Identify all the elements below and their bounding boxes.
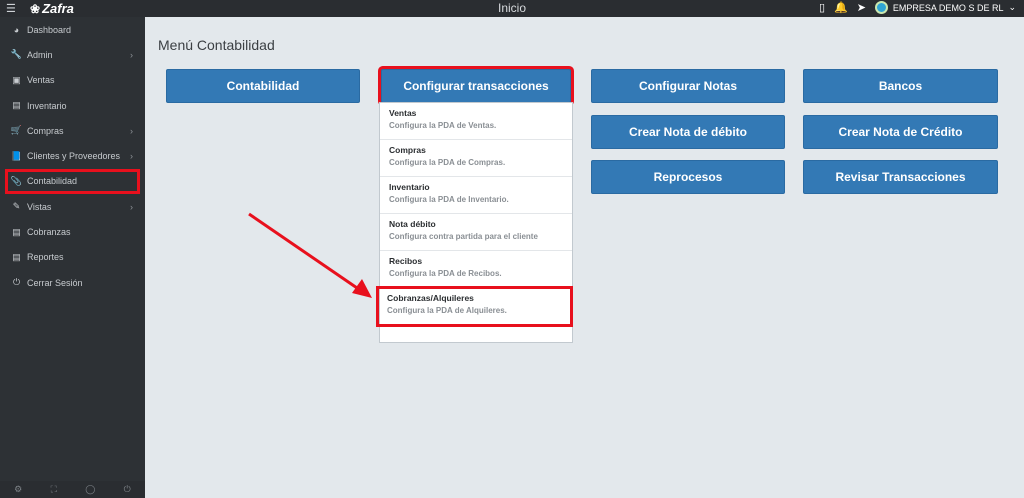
crear-nota-credito-button[interactable]: Crear Nota de Crédito [803,115,998,149]
brand-logo[interactable]: ❀ Zafra [30,1,74,16]
menu-icon[interactable]: ☰ [6,2,16,15]
chevron-right-icon: › [130,49,133,60]
top-bar-actions: ▯ 🔔 ➤ EMPRESA DEMO S DE RL ⌄ [819,1,1016,14]
sidebar-item-label: Vistas [27,201,52,212]
sidebar-item-clientes-proveedores[interactable]: 📘 Clientes y Proveedores › [0,143,145,168]
dropdown-item-inventario[interactable]: Inventario Configura la PDA de Inventari… [380,177,572,214]
contabilidad-button[interactable]: Contabilidad [166,69,360,103]
configurar-transacciones-button[interactable]: Configurar transacciones [381,69,571,103]
dropdown-item-recibos[interactable]: Recibos Configura la PDA de Recibos. [380,251,572,288]
configurar-notas-button[interactable]: Configurar Notas [591,69,785,103]
dropdown-item-title: Compras [389,145,426,155]
page-heading: Menú Contabilidad [158,37,275,53]
bancos-button[interactable]: Bancos [803,69,998,103]
mobile-icon[interactable]: ▯ [819,1,825,14]
sidebar-item-label: Cerrar Sesión [27,277,83,288]
sidebar-item-label: Dashboard [27,24,72,35]
revisar-transacciones-button[interactable]: Revisar Transacciones [803,160,998,194]
sidebar-item-cobranzas[interactable]: ▤ Cobranzas [0,219,145,244]
crear-nota-debito-button[interactable]: Crear Nota de débito [591,115,785,149]
zafra-logo-icon: ❀ [30,2,41,16]
bars-icon: ▤ [12,100,21,111]
configurar-transacciones-dropdown: Ventas Configura la PDA de Ventas. Compr… [376,102,573,343]
gear-icon[interactable]: ⚙ [14,484,22,495]
dropdown-item-title: Ventas [389,108,417,118]
sidebar-item-vistas[interactable]: ✎ Vistas › [0,194,145,219]
power-icon: ⏻ [12,277,21,288]
sidebar-item-dashboard[interactable]: ◕ Dashboard [0,17,145,42]
main-content: Menú Contabilidad Contabilidad Configura… [145,17,1024,498]
list-icon: ▤ [12,226,21,237]
reprocesos-button[interactable]: Reprocesos [591,160,785,194]
chevron-down-icon: ⌄ [1008,2,1016,12]
sidebar-item-label: Clientes y Proveedores [27,151,121,162]
lock-icon[interactable]: ◯ [85,484,95,495]
dropdown-item-title: Cobranzas/Alquileres [387,293,474,303]
dropdown-item-subtitle: Configura contra partida para el cliente [389,232,538,241]
dropdown-item-compras[interactable]: Compras Configura la PDA de Compras. [380,140,572,177]
dropdown-item-title: Nota débito [389,219,436,229]
sidebar-item-admin[interactable]: 🔧 Admin › [0,42,145,67]
sidebar-item-label: Compras [27,125,64,136]
book-icon: 📘 [10,150,23,161]
sidebar-footer: ⚙ ⛶ ◯ ⏻ [0,481,145,498]
dropdown-item-nota-debito[interactable]: Nota débito Configura contra partida par… [380,214,572,251]
top-bar: ☰ ❀ Zafra Inicio ▯ 🔔 ➤ EMPRESA DEMO S DE … [0,0,1024,17]
sidebar-item-compras[interactable]: 🛒 Compras › [0,118,145,143]
sidebar-item-label: Contabilidad [27,176,78,187]
sidebar-item-inventario[interactable]: ▤ Inventario [0,93,145,118]
sidebar-item-contabilidad[interactable]: 📎 Contabilidad [5,168,140,195]
sidebar-item-label: Inventario [27,100,67,111]
company-name: EMPRESA DEMO S DE RL [892,2,1004,13]
fullscreen-icon[interactable]: ⛶ [51,484,57,495]
sidebar-item-label: Reportes [27,252,64,263]
sidebar: ◕ Dashboard 🔧 Admin › ▣ Ventas ▤ Inventa… [0,17,145,498]
cart-icon: 🛒 [10,125,23,136]
sidebar-item-reportes[interactable]: ▤ Reportes [0,245,145,270]
dropdown-item-subtitle: Configura la PDA de Alquileres. [387,306,507,315]
sidebar-item-cerrar-sesion[interactable]: ⏻ Cerrar Sesión [0,270,145,295]
paperclip-icon: 📎 [10,175,23,186]
chevron-right-icon: › [130,151,133,162]
sidebar-item-label: Ventas [27,75,55,86]
company-menu[interactable]: EMPRESA DEMO S DE RL ⌄ [874,1,1016,14]
dropdown-item-subtitle: Configura la PDA de Ventas. [389,121,497,130]
dropdown-item-title: Inventario [389,182,430,192]
chevron-right-icon: › [130,125,133,136]
money-icon: ▣ [12,74,21,85]
sidebar-item-ventas[interactable]: ▣ Ventas [0,68,145,93]
send-icon[interactable]: ➤ [857,1,866,14]
dropdown-item-cobranzas-alquileres[interactable]: Cobranzas/Alquileres Configura la PDA de… [376,286,573,327]
brand-name: Zafra [42,1,74,16]
list-icon: ▤ [12,251,21,262]
edit-icon: ✎ [12,201,21,212]
dropdown-item-title: Recibos [389,256,423,266]
wrench-icon: 🔧 [10,49,23,60]
chevron-right-icon: › [130,201,133,212]
dropdown-item-subtitle: Configura la PDA de Compras. [389,158,506,167]
sidebar-item-label: Cobranzas [27,227,71,238]
dropdown-item-ventas[interactable]: Ventas Configura la PDA de Ventas. [380,103,572,140]
bell-icon[interactable]: 🔔 [834,1,848,14]
dropdown-item-subtitle: Configura la PDA de Inventario. [389,195,509,204]
company-avatar [874,1,888,14]
dashboard-icon: ◕ [13,24,20,35]
sidebar-item-label: Admin [27,49,53,60]
dropdown-item-subtitle: Configura la PDA de Recibos. [389,269,502,278]
power-icon[interactable]: ⏻ [124,484,131,495]
